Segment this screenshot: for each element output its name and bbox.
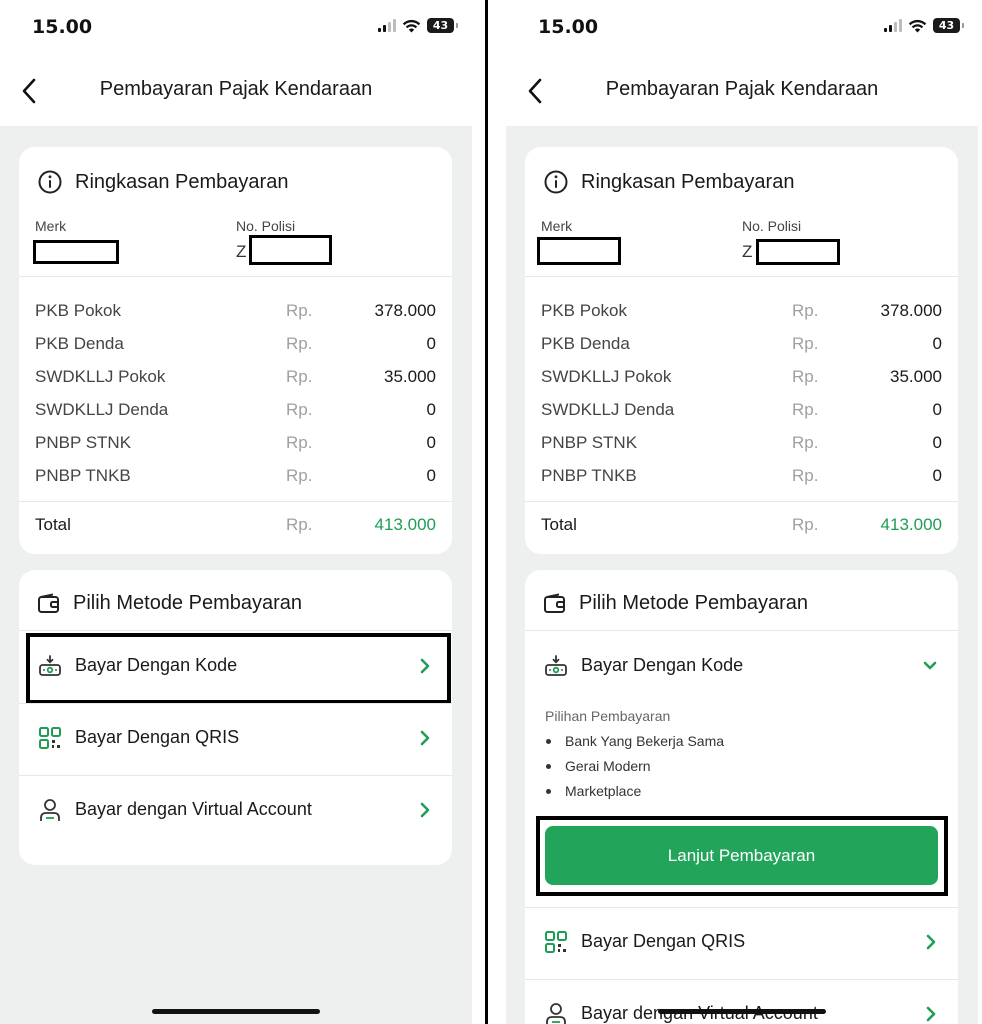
- home-indicator[interactable]: [152, 1009, 320, 1014]
- qr-code-icon: [545, 931, 567, 953]
- status-time: 15.00: [538, 16, 599, 38]
- method-item-qris[interactable]: Bayar Dengan QRIS: [525, 908, 958, 978]
- summary-row: PKB Pokok Rp. 378.000: [35, 301, 436, 320]
- wifi-icon: [908, 19, 927, 32]
- method-item-kode[interactable]: Bayar Dengan Kode: [19, 632, 452, 702]
- payment-options-list: Bank Yang Bekerja Sama Gerai Modern Mark…: [545, 733, 724, 808]
- summary-row: PNBP TNKB Rp. 0: [541, 466, 942, 485]
- chevron-right-icon: [926, 934, 936, 950]
- payment-options-heading: Pilihan Pembayaran: [545, 708, 671, 724]
- merk-label: Merk: [541, 218, 573, 234]
- summary-heading: Ringkasan Pembayaran: [75, 170, 289, 193]
- right-screen: 15.00 43 Pembayaran Pajak Kendaraan Ring…: [506, 0, 978, 1024]
- merk-label: Merk: [35, 218, 67, 234]
- payment-method-card: Pilih Metode Pembayaran Bayar Dengan Kod…: [525, 570, 958, 1024]
- app-bar: Pembayaran Pajak Kendaraan: [0, 56, 472, 126]
- payment-summary-card: Ringkasan Pembayaran Merk No. Polisi Z P…: [19, 147, 452, 554]
- app-bar: Pembayaran Pajak Kendaraan: [506, 56, 978, 126]
- nopol-redacted: [756, 239, 840, 265]
- summary-row: PNBP STNK Rp. 0: [541, 433, 942, 452]
- summary-row: PKB Denda Rp. 0: [541, 334, 942, 353]
- status-bar: 15.00 43: [506, 0, 978, 56]
- chevron-right-icon: [926, 1006, 936, 1022]
- cash-register-icon: [39, 655, 61, 676]
- method-item-virtual-account[interactable]: Bayar dengan Virtual Account: [525, 980, 958, 1024]
- user-icon: [40, 799, 60, 821]
- summary-row: SWDKLLJ Denda Rp. 0: [541, 400, 942, 419]
- left-screen: 15.00 43 Pembayaran Pajak Kendaraan Ring…: [0, 0, 472, 1024]
- method-item-kode[interactable]: Bayar Dengan Kode: [525, 632, 958, 702]
- payment-method-card: Pilih Metode Pembayaran Bayar Dengan Kod…: [19, 570, 452, 865]
- summary-row: PNBP TNKB Rp. 0: [35, 466, 436, 485]
- wifi-icon: [402, 19, 421, 32]
- total-row: Total Rp. 413.000: [541, 515, 942, 534]
- battery-icon: 43: [933, 18, 964, 33]
- chevron-right-icon: [420, 658, 430, 674]
- summary-row: PKB Pokok Rp. 378.000: [541, 301, 942, 320]
- summary-row: SWDKLLJ Pokok Rp. 35.000: [541, 367, 942, 386]
- summary-heading: Ringkasan Pembayaran: [581, 170, 795, 193]
- nopol-prefix: Z: [236, 242, 247, 261]
- page-title: Pembayaran Pajak Kendaraan: [605, 78, 879, 100]
- method-heading: Pilih Metode Pembayaran: [579, 592, 809, 614]
- list-item: Marketplace: [545, 783, 724, 808]
- nopol-redacted: [249, 235, 332, 265]
- wallet-icon: [38, 593, 59, 613]
- screen-divider: [485, 0, 488, 1024]
- summary-row: PNBP STNK Rp. 0: [35, 433, 436, 452]
- nopol-label: No. Polisi: [236, 218, 296, 234]
- qr-code-icon: [39, 727, 61, 749]
- list-item: Bank Yang Bekerja Sama: [545, 733, 724, 758]
- total-row: Total Rp. 413.000: [35, 515, 436, 534]
- chevron-right-icon: [420, 730, 430, 746]
- summary-row: SWDKLLJ Denda Rp. 0: [35, 400, 436, 419]
- info-icon: [38, 170, 62, 194]
- nopol-label: No. Polisi: [742, 218, 802, 234]
- page-title: Pembayaran Pajak Kendaraan: [99, 78, 373, 100]
- chevron-down-icon: [923, 661, 937, 670]
- status-time: 15.00: [32, 16, 93, 38]
- signal-icon: [884, 19, 902, 32]
- method-heading: Pilih Metode Pembayaran: [73, 592, 303, 614]
- cash-register-icon: [545, 655, 567, 676]
- info-icon: [544, 170, 568, 194]
- signal-icon: [378, 19, 396, 32]
- home-indicator[interactable]: [658, 1009, 826, 1014]
- list-item: Gerai Modern: [545, 758, 724, 783]
- summary-row: SWDKLLJ Pokok Rp. 35.000: [35, 367, 436, 386]
- summary-row: PKB Denda Rp. 0: [35, 334, 436, 353]
- merk-redacted: [33, 240, 119, 264]
- method-item-virtual-account[interactable]: Bayar dengan Virtual Account: [19, 776, 452, 846]
- chevron-right-icon: [420, 802, 430, 818]
- merk-redacted: [537, 237, 621, 265]
- method-item-qris[interactable]: Bayar Dengan QRIS: [19, 704, 452, 774]
- user-icon: [546, 1003, 566, 1024]
- wallet-icon: [544, 593, 565, 613]
- status-bar: 15.00 43: [0, 0, 472, 56]
- payment-summary-card: Ringkasan Pembayaran Merk No. Polisi Z P…: [525, 147, 958, 554]
- continue-payment-button[interactable]: Lanjut Pembayaran: [545, 826, 938, 885]
- battery-icon: 43: [427, 18, 458, 33]
- nopol-prefix: Z: [742, 242, 753, 261]
